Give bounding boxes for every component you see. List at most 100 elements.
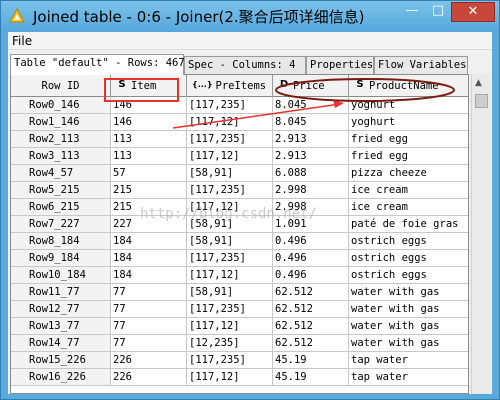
table-row[interactable]: Row5_215 215 [117,235] 2.998 ice cream	[11, 182, 468, 199]
cell-item[interactable]: 184	[111, 233, 187, 250]
cell-item[interactable]: 57	[111, 165, 187, 182]
cell-price[interactable]: 45.19	[273, 352, 349, 369]
column-header-item[interactable]: S Item	[111, 75, 187, 97]
cell-productname[interactable]: water with gas	[349, 301, 468, 318]
cell-price[interactable]: 62.512	[273, 301, 349, 318]
cell-item[interactable]: 146	[111, 114, 187, 131]
table-row[interactable]: Row2_113 113 [117,235] 2.913 fried egg	[11, 131, 468, 148]
cell-rowid[interactable]: Row5_215	[11, 182, 111, 199]
cell-item[interactable]: 226	[111, 352, 187, 369]
cell-productname[interactable]: yoghurt	[349, 97, 468, 114]
cell-productname[interactable]: tap water	[349, 352, 468, 369]
cell-rowid[interactable]: Row6_215	[11, 199, 111, 216]
cell-price[interactable]: 62.512	[273, 284, 349, 301]
table-row[interactable]: Row8_184 184 [58,91] 0.496 ostrich eggs	[11, 233, 468, 250]
scroll-up-arrow-icon[interactable]: ▲	[475, 78, 482, 88]
vertical-scrollbar[interactable]: ▲	[471, 74, 491, 394]
minimize-button[interactable]: —	[399, 2, 425, 22]
table-row[interactable]: Row16_226 226 [117,12] 45.19 tap water	[11, 369, 468, 386]
cell-productname[interactable]: water with gas	[349, 335, 468, 352]
cell-productname[interactable]: yoghurt	[349, 114, 468, 131]
cell-productname[interactable]: ice cream	[349, 199, 468, 216]
cell-preitems[interactable]: [117,235]	[187, 131, 273, 148]
column-header-price[interactable]: D Price	[273, 75, 349, 97]
cell-rowid[interactable]: Row2_113	[11, 131, 111, 148]
cell-item[interactable]: 146	[111, 97, 187, 114]
cell-rowid[interactable]: Row16_226	[11, 369, 111, 386]
cell-item[interactable]: 77	[111, 301, 187, 318]
cell-preitems[interactable]: [117,12]	[187, 318, 273, 335]
cell-rowid[interactable]: Row15_226	[11, 352, 111, 369]
cell-preitems[interactable]: [117,235]	[187, 352, 273, 369]
cell-rowid[interactable]: Row8_184	[11, 233, 111, 250]
table-row[interactable]: Row3_113 113 [117,12] 2.913 fried egg	[11, 148, 468, 165]
cell-preitems[interactable]: [117,12]	[187, 369, 273, 386]
cell-item[interactable]: 113	[111, 148, 187, 165]
table-row[interactable]: Row10_184 184 [117,12] 0.496 ostrich eggs	[11, 267, 468, 284]
cell-rowid[interactable]: Row11_77	[11, 284, 111, 301]
cell-item[interactable]: 184	[111, 250, 187, 267]
maximize-button[interactable]: □	[425, 2, 451, 22]
cell-rowid[interactable]: Row12_77	[11, 301, 111, 318]
cell-preitems[interactable]: [117,12]	[187, 148, 273, 165]
cell-price[interactable]: 62.512	[273, 335, 349, 352]
cell-price[interactable]: 2.913	[273, 148, 349, 165]
cell-rowid[interactable]: Row1_146	[11, 114, 111, 131]
cell-rowid[interactable]: Row14_77	[11, 335, 111, 352]
cell-price[interactable]: 8.045	[273, 97, 349, 114]
cell-item[interactable]: 215	[111, 182, 187, 199]
cell-rowid[interactable]: Row7_227	[11, 216, 111, 233]
cell-item[interactable]: 77	[111, 318, 187, 335]
cell-productname[interactable]: tap water	[349, 369, 468, 386]
cell-item[interactable]: 226	[111, 369, 187, 386]
cell-preitems[interactable]: [12,235]	[187, 335, 273, 352]
column-header-preitems[interactable]: {...} PreItems	[187, 75, 273, 97]
tab-flow-variables[interactable]: Flow Variables	[374, 56, 468, 74]
scrollbar-thumb[interactable]	[475, 94, 488, 108]
table-row[interactable]: Row9_184 184 [117,235] 0.496 ostrich eggs	[11, 250, 468, 267]
cell-productname[interactable]: water with gas	[349, 318, 468, 335]
cell-productname[interactable]: fried egg	[349, 148, 468, 165]
table-row[interactable]: Row13_77 77 [117,12] 62.512 water with gas	[11, 318, 468, 335]
cell-rowid[interactable]: Row9_184	[11, 250, 111, 267]
cell-productname[interactable]: water with gas	[349, 284, 468, 301]
cell-price[interactable]: 1.091	[273, 216, 349, 233]
cell-preitems[interactable]: [58,91]	[187, 233, 273, 250]
cell-price[interactable]: 0.496	[273, 250, 349, 267]
cell-price[interactable]: 0.496	[273, 267, 349, 284]
cell-preitems[interactable]: [117,12]	[187, 114, 273, 131]
cell-productname[interactable]: paté de foie gras	[349, 216, 468, 233]
cell-item[interactable]: 215	[111, 199, 187, 216]
cell-price[interactable]: 2.913	[273, 131, 349, 148]
cell-price[interactable]: 8.045	[273, 114, 349, 131]
cell-preitems[interactable]: [58,91]	[187, 284, 273, 301]
menu-file[interactable]: File	[12, 34, 32, 48]
cell-preitems[interactable]: [117,235]	[187, 182, 273, 199]
cell-price[interactable]: 6.088	[273, 165, 349, 182]
cell-rowid[interactable]: Row0_146	[11, 97, 111, 114]
table-row[interactable]: Row11_77 77 [58,91] 62.512 water with gas	[11, 284, 468, 301]
cell-preitems[interactable]: [117,12]	[187, 267, 273, 284]
cell-item[interactable]: 77	[111, 284, 187, 301]
cell-item[interactable]: 227	[111, 216, 187, 233]
column-header-productname[interactable]: S ProductName	[349, 75, 468, 97]
cell-preitems[interactable]: [58,91]	[187, 216, 273, 233]
cell-price[interactable]: 62.512	[273, 318, 349, 335]
cell-item[interactable]: 113	[111, 131, 187, 148]
cell-price[interactable]: 45.19	[273, 369, 349, 386]
table-row[interactable]: Row0_146 146 [117,235] 8.045 yoghurt	[11, 97, 468, 114]
cell-price[interactable]: 2.998	[273, 199, 349, 216]
cell-preitems[interactable]: [117,235]	[187, 97, 273, 114]
table-row[interactable]: Row15_226 226 [117,235] 45.19 tap water	[11, 352, 468, 369]
table-row[interactable]: Row4_57 57 [58,91] 6.088 pizza cheeze	[11, 165, 468, 182]
cell-rowid[interactable]: Row13_77	[11, 318, 111, 335]
tab-table-default[interactable]: Table "default" - Rows: 467	[10, 54, 185, 75]
column-header-rowid[interactable]: Row ID	[11, 75, 111, 97]
cell-productname[interactable]: ostrich eggs	[349, 267, 468, 284]
cell-price[interactable]: 2.998	[273, 182, 349, 199]
cell-rowid[interactable]: Row10_184	[11, 267, 111, 284]
cell-preitems[interactable]: [58,91]	[187, 165, 273, 182]
table-row[interactable]: Row7_227 227 [58,91] 1.091 paté de foie gras	[11, 216, 468, 233]
cell-productname[interactable]: fried egg	[349, 131, 468, 148]
table-row[interactable]: Row6_215 215 [117,12] 2.998 ice cream	[11, 199, 468, 216]
